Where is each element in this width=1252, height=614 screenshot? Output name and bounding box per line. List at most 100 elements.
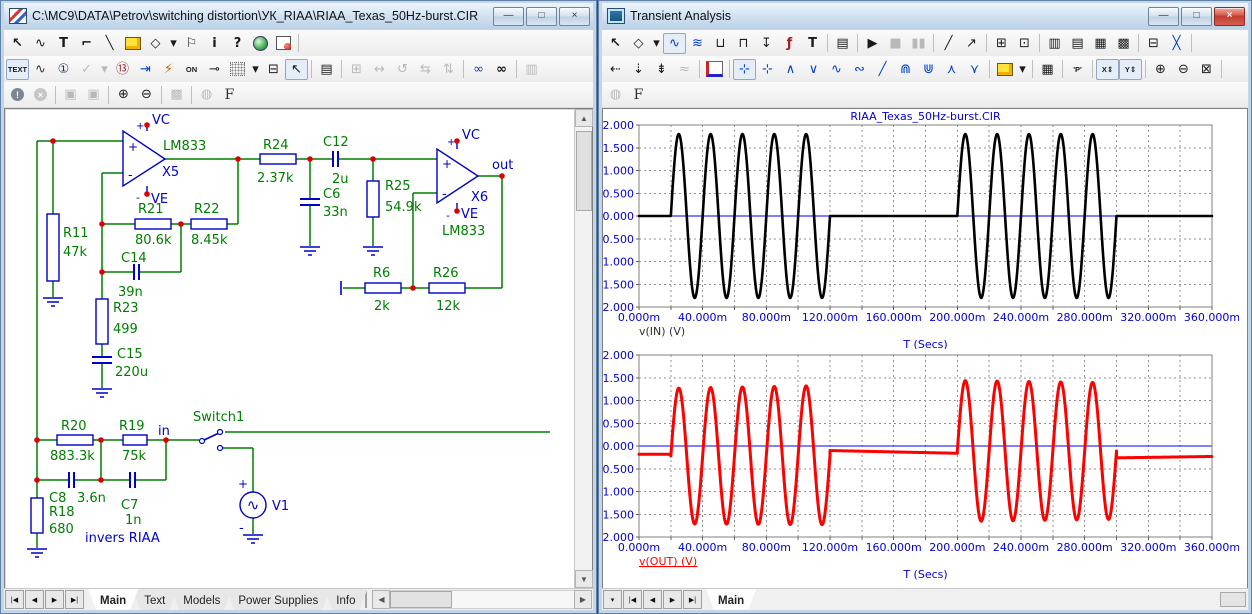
- next-point-icon[interactable]: ⊹: [733, 59, 756, 80]
- capacitor-c14[interactable]: C14 39n: [118, 251, 147, 300]
- scroll-gripper[interactable]: [1220, 592, 1246, 607]
- capacitor-c6[interactable]: C6 33n: [300, 187, 348, 220]
- tab-text[interactable]: Text: [132, 589, 177, 610]
- go-to-branch-icon[interactable]: [993, 59, 1016, 80]
- shape-mode-icon[interactable]: ◇: [144, 33, 167, 54]
- resistor-r22[interactable]: R22 8.45k: [191, 202, 228, 248]
- help-mode-icon[interactable]: ?: [226, 33, 249, 54]
- numeric-output-icon[interactable]: ▦: [1036, 59, 1059, 80]
- cursor-mode-icon[interactable]: ↖: [285, 59, 308, 80]
- hold-scale-icon[interactable]: ⊔: [709, 33, 732, 54]
- schematic-drawing[interactable]: + - + - VC VE LM833 X5 + - + - VC VE X6: [5, 109, 565, 587]
- line-mode-icon[interactable]: ╲: [98, 33, 121, 54]
- text-display-icon[interactable]: TEXT: [6, 59, 29, 80]
- minimize-button[interactable]: —: [493, 7, 524, 26]
- global-high-icon[interactable]: ⋏: [940, 59, 963, 80]
- graph-select-icon[interactable]: ∿: [663, 33, 686, 54]
- resistor-r20[interactable]: R20 883.3k: [50, 419, 95, 464]
- text-tool[interactable]: T: [801, 33, 824, 54]
- scroll-up-button[interactable]: ▲: [575, 109, 593, 127]
- y-scale-icon[interactable]: Y⇕: [1119, 59, 1142, 80]
- prev-page-button[interactable]: ◀: [643, 590, 662, 609]
- zoom-out-icon[interactable]: ⊖: [1172, 59, 1195, 80]
- restore-button[interactable]: □: [1181, 7, 1212, 26]
- flag-mode-icon[interactable]: ⚐: [180, 33, 203, 54]
- resistor-r11[interactable]: R11 47k: [47, 214, 89, 281]
- capacitor-c12[interactable]: C12 2u: [323, 135, 349, 187]
- resistor-r26[interactable]: R26 12k: [429, 266, 465, 314]
- tab-main[interactable]: Main: [706, 589, 756, 610]
- peak-icon[interactable]: ∧: [779, 59, 802, 80]
- shape-dropdown[interactable]: ▾: [167, 33, 180, 54]
- properties-icon[interactable]: ▤: [315, 59, 338, 80]
- branch-dropdown[interactable]: ▾: [1016, 59, 1029, 80]
- tag-function-icon[interactable]: ƒ: [778, 33, 801, 54]
- switch-switch1[interactable]: Switch1: [193, 410, 244, 451]
- opamp-x6[interactable]: + - + - VC VE X6 LM833: [437, 128, 488, 239]
- scroll-thumb[interactable]: [390, 591, 452, 608]
- polyline-tool[interactable]: ↗: [960, 33, 983, 54]
- last-page-button[interactable]: ▶|: [683, 590, 702, 609]
- power-display-icon[interactable]: ⚡: [157, 59, 180, 80]
- info-mode-icon[interactable]: i: [203, 33, 226, 54]
- scroll-right-button[interactable]: ▶: [574, 590, 592, 609]
- resistor-r23[interactable]: R23 499: [96, 299, 139, 344]
- node-voltages-icon[interactable]: ⑬: [111, 59, 134, 80]
- global-low-icon[interactable]: ⋎: [963, 59, 986, 80]
- zoom-in-icon[interactable]: ⊕: [112, 84, 135, 105]
- last-page-button[interactable]: ▶|: [65, 590, 84, 609]
- run-icon[interactable]: ▶: [861, 33, 884, 54]
- text-mode-icon[interactable]: T: [52, 33, 75, 54]
- line-tool[interactable]: ╱: [937, 33, 960, 54]
- current-display-icon[interactable]: ⇥: [134, 59, 157, 80]
- cursor-right-icon[interactable]: ⇣: [627, 59, 650, 80]
- scroll-track[interactable]: [390, 590, 574, 609]
- slope-icon[interactable]: ╳: [1165, 33, 1188, 54]
- source-v1[interactable]: ∿ + - V1: [238, 477, 289, 536]
- resistor-r6[interactable]: R6 2k: [341, 266, 401, 314]
- next-trace-icon[interactable]: ≋: [686, 33, 709, 54]
- tab-info[interactable]: Info: [324, 589, 367, 610]
- resistor-r21[interactable]: R21 80.6k: [135, 202, 172, 248]
- font-icon[interactable]: F: [218, 84, 241, 105]
- resistor-r24[interactable]: R24 2.37k: [257, 138, 296, 186]
- tab-models[interactable]: Models: [171, 589, 232, 610]
- select-region-icon[interactable]: ⊞: [990, 33, 1013, 54]
- horizontal-grids-icon[interactable]: ▤: [1066, 33, 1089, 54]
- tag-value-icon[interactable]: ↧: [755, 33, 778, 54]
- baseline-grids-icon[interactable]: ▩: [1112, 33, 1135, 54]
- horizontal-scrollbar[interactable]: ◀ ▶: [372, 590, 592, 609]
- schematic-titlebar[interactable]: C:\MC9\DATA\Petrov\switching distortion\…: [4, 3, 593, 29]
- grid-dropdown[interactable]: ▾: [249, 59, 262, 80]
- select-tool[interactable]: ↖: [604, 33, 627, 54]
- shape-mode-icon[interactable]: ◇: [627, 33, 650, 54]
- close-button[interactable]: ×: [1214, 7, 1245, 26]
- x-scale-icon[interactable]: X⇕: [1096, 59, 1119, 80]
- xy-axes-icon[interactable]: [703, 59, 726, 80]
- font-icon[interactable]: F: [627, 84, 650, 105]
- plot-panel[interactable]: RIAA_Texas_50Hz-burst.CIR2.0001.5001.000…: [602, 108, 1248, 589]
- cursor-link-icon[interactable]: ⇟: [650, 59, 673, 80]
- cursor-left-icon[interactable]: ⇠: [604, 59, 627, 80]
- minor-grids-icon[interactable]: ▦: [1089, 33, 1112, 54]
- scroll-thumb[interactable]: [576, 131, 592, 211]
- opamp-x5[interactable]: + - + - VC VE LM833 X5: [123, 113, 206, 207]
- zoom-in-icon[interactable]: ⊕: [1149, 59, 1172, 80]
- select-tool[interactable]: ↖: [6, 33, 29, 54]
- properties-icon[interactable]: ▤: [831, 33, 854, 54]
- vertical-grids-icon[interactable]: ▥: [1043, 33, 1066, 54]
- scroll-left-button[interactable]: ◀: [372, 590, 390, 609]
- vertical-scrollbar[interactable]: ▲ ▼: [574, 109, 592, 588]
- grid-display-icon[interactable]: [226, 59, 249, 80]
- transient-plot-2[interactable]: 2.0001.5001.0000.5000.000-0.500-1.000-1.…: [603, 349, 1239, 580]
- region-enclosure-icon[interactable]: [249, 33, 272, 54]
- inflection-icon[interactable]: ╱: [871, 59, 894, 80]
- high-icon[interactable]: ∿: [825, 59, 848, 80]
- prev-page-button[interactable]: ◀: [25, 590, 44, 609]
- performance-tag-icon[interactable]: 'P': [1066, 59, 1089, 80]
- step-trace-icon[interactable]: ⊓: [732, 33, 755, 54]
- find-wave-icon[interactable]: ∞: [467, 59, 490, 80]
- close-button[interactable]: ×: [559, 7, 590, 26]
- data-points-icon[interactable]: ⊡: [1013, 33, 1036, 54]
- next-page-button[interactable]: ▶: [663, 590, 682, 609]
